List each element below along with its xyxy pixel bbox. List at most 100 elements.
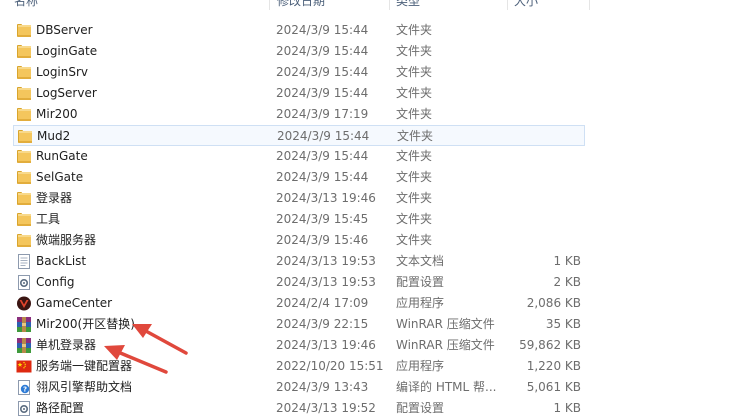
- file-size: 5,061 KB: [526, 380, 581, 394]
- folder-icon: [16, 233, 32, 248]
- folder-icon: [16, 107, 32, 122]
- game-center-app-icon: [16, 296, 32, 311]
- column-divider[interactable]: [507, 0, 508, 10]
- file-row[interactable]: Mir200 2024/3/9 17:19 文件夹: [13, 104, 585, 125]
- file-row[interactable]: BackList 2024/3/13 19:53 文本文档 1 KB: [13, 251, 585, 272]
- file-type: 配置设置: [396, 275, 445, 289]
- file-type: 文件夹: [396, 212, 433, 226]
- folder-icon: [16, 149, 32, 164]
- file-date-modified: 2024/3/9 17:19: [276, 107, 369, 121]
- file-size: 1,220 KB: [526, 359, 581, 373]
- folder-icon: [16, 23, 32, 38]
- folder-icon: [16, 44, 32, 59]
- column-header-name[interactable]: 名称: [14, 0, 38, 10]
- file-row[interactable]: GameCenter 2024/2/4 17:09 应用程序 2,086 KB: [13, 293, 585, 314]
- file-date-modified: 2022/10/20 15:51: [276, 359, 384, 373]
- file-date-modified: 2024/3/9 15:45: [276, 212, 369, 226]
- file-name: RunGate: [36, 149, 88, 163]
- file-size: 2 KB: [553, 275, 581, 289]
- file-name: GameCenter: [36, 296, 113, 310]
- folder-icon: [16, 212, 32, 227]
- file-row[interactable]: Mir200(开区替换) 2024/3/9 22:15 WinRAR 压缩文件 35 …: [13, 314, 585, 335]
- config-settings-icon: [16, 275, 32, 290]
- file-name: Mir200: [36, 107, 78, 121]
- column-divider[interactable]: [389, 0, 390, 10]
- folder-icon: [16, 170, 32, 185]
- file-row[interactable]: 服务端一键配置器 2022/10/20 15:51 应用程序 1,220 KB: [13, 356, 585, 377]
- file-name: DBServer: [36, 23, 93, 37]
- file-row[interactable]: 单机登录器 2024/3/13 19:46 WinRAR 压缩文件 59,862 KB: [13, 335, 585, 356]
- file-date-modified: 2024/2/4 17:09: [276, 296, 369, 310]
- file-row[interactable]: 路径配置 2024/3/13 19:52 配置设置 1 KB: [13, 398, 585, 419]
- column-header-bar: 名称 修改日期 类型 大小: [0, 0, 754, 10]
- file-name: 登录器: [36, 191, 73, 205]
- file-size: 1 KB: [553, 254, 581, 268]
- file-type: 文件夹: [396, 149, 433, 163]
- file-row[interactable]: ? 翎风引擎帮助文档 2024/3/9 13:43 编译的 HTML 帮... 5,06…: [13, 377, 585, 398]
- file-name: Config: [36, 275, 75, 289]
- file-date-modified: 2024/3/9 22:15: [276, 317, 369, 331]
- file-size: 2,086 KB: [526, 296, 581, 310]
- file-date-modified: 2024/3/13 19:52: [276, 401, 376, 415]
- column-divider[interactable]: [589, 0, 590, 10]
- file-row[interactable]: LogServer 2024/3/9 15:44 文件夹: [13, 83, 585, 104]
- column-header-size[interactable]: 大小: [514, 0, 538, 10]
- file-date-modified: 2024/3/9 15:44: [276, 149, 369, 163]
- column-header-date-modified[interactable]: 修改日期: [277, 0, 325, 10]
- file-date-modified: 2024/3/9 13:43: [276, 380, 369, 394]
- file-name: 服务端一键配置器: [36, 359, 133, 373]
- file-row[interactable]: Mud2 2024/3/9 15:44 文件夹: [13, 125, 585, 146]
- file-name: SelGate: [36, 170, 84, 184]
- file-date-modified: 2024/3/9 15:44: [276, 23, 369, 37]
- file-name: Mir200(开区替换): [36, 317, 135, 331]
- file-type: 文本文档: [396, 254, 445, 268]
- file-date-modified: 2024/3/9 15:44: [276, 44, 369, 58]
- file-date-modified: 2024/3/9 15:44: [277, 129, 370, 143]
- svg-text:?: ?: [23, 385, 27, 393]
- file-row[interactable]: Config 2024/3/13 19:53 配置设置 2 KB: [13, 272, 585, 293]
- file-name: 单机登录器: [36, 338, 97, 352]
- file-size: 1 KB: [553, 401, 581, 415]
- file-date-modified: 2024/3/9 15:44: [276, 65, 369, 79]
- winrar-archive-icon: [16, 338, 32, 353]
- file-type: WinRAR 压缩文件: [396, 338, 495, 352]
- file-row[interactable]: 微端服务器 2024/3/9 15:46 文件夹: [13, 230, 585, 251]
- folder-icon: [16, 191, 32, 206]
- file-name: Mud2: [37, 129, 71, 143]
- folder-icon: [16, 65, 32, 80]
- file-row[interactable]: SelGate 2024/3/9 15:44 文件夹: [13, 167, 585, 188]
- file-row[interactable]: RunGate 2024/3/9 15:44 文件夹: [13, 146, 585, 167]
- column-divider[interactable]: [269, 0, 270, 10]
- file-type: 文件夹: [396, 44, 433, 58]
- file-row[interactable]: LoginGate 2024/3/9 15:44 文件夹: [13, 41, 585, 62]
- file-date-modified: 2024/3/9 15:46: [276, 233, 369, 247]
- config-settings-icon: [16, 401, 32, 416]
- file-name: 工具: [36, 212, 61, 226]
- file-name: LogServer: [36, 86, 97, 100]
- file-name: LoginGate: [36, 44, 98, 58]
- file-type: 文件夹: [397, 129, 434, 143]
- file-type: 配置设置: [396, 401, 445, 415]
- file-type: WinRAR 压缩文件: [396, 317, 495, 331]
- file-date-modified: 2024/3/13 19:53: [276, 254, 376, 268]
- file-row[interactable]: DBServer 2024/3/9 15:44 文件夹: [13, 20, 585, 41]
- file-size: 35 KB: [545, 317, 581, 331]
- file-row[interactable]: LoginSrv 2024/3/9 15:44 文件夹: [13, 62, 585, 83]
- file-date-modified: 2024/3/13 19:46: [276, 191, 376, 205]
- file-date-modified: 2024/3/13 19:46: [276, 338, 376, 352]
- file-type: 应用程序: [396, 359, 445, 373]
- file-date-modified: 2024/3/9 15:44: [276, 170, 369, 184]
- file-name: 微端服务器: [36, 233, 97, 247]
- file-type: 文件夹: [396, 23, 433, 37]
- file-row[interactable]: 工具 2024/3/9 15:45 文件夹: [13, 209, 585, 230]
- column-header-type[interactable]: 类型: [396, 0, 420, 10]
- folder-icon: [16, 86, 32, 101]
- file-name: BackList: [36, 254, 87, 268]
- file-type: 文件夹: [396, 233, 433, 247]
- winrar-archive-icon: [16, 317, 32, 332]
- file-row[interactable]: 登录器 2024/3/13 19:46 文件夹: [13, 188, 585, 209]
- file-name: 翎风引擎帮助文档: [36, 380, 133, 394]
- file-type: 文件夹: [396, 86, 433, 100]
- file-date-modified: 2024/3/9 15:44: [276, 86, 369, 100]
- file-type: 文件夹: [396, 191, 433, 205]
